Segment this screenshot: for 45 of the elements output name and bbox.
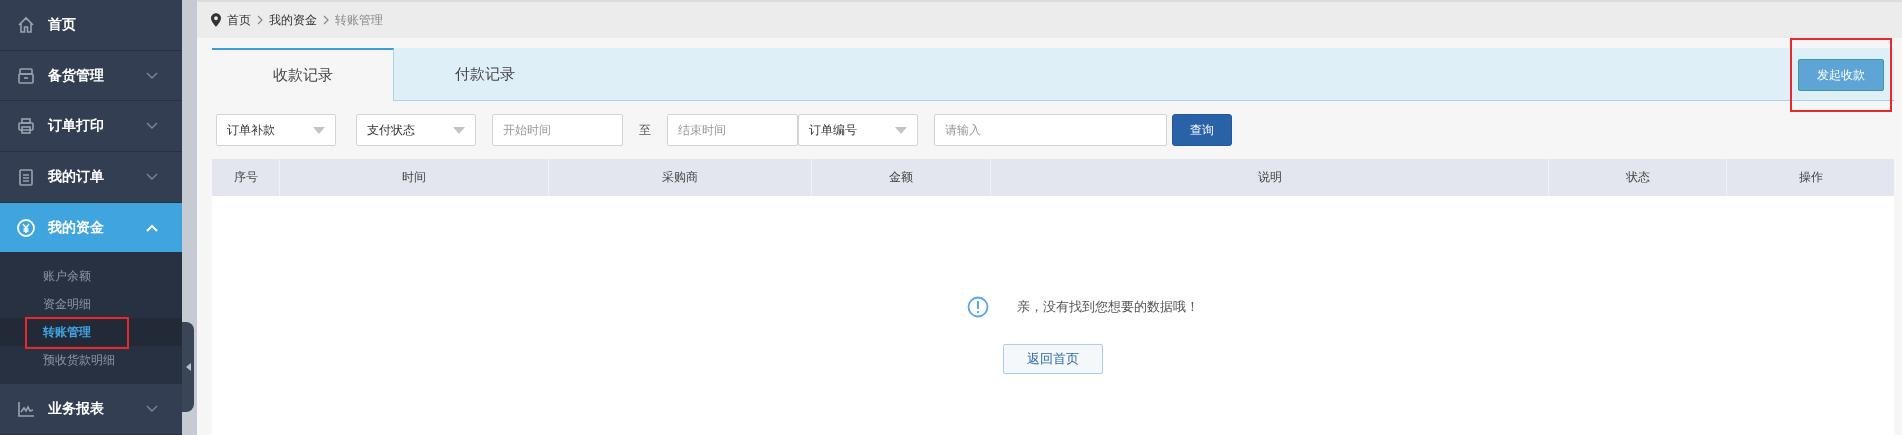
yen-icon bbox=[16, 217, 36, 238]
submenu-item[interactable]: 资金明细 bbox=[0, 290, 182, 319]
tray-icon bbox=[16, 65, 36, 86]
date-field[interactable]: 结束时间 bbox=[667, 114, 798, 146]
submenu-item[interactable]: 预收货款明细 bbox=[0, 346, 182, 375]
dropdown[interactable]: 订单补款 bbox=[216, 114, 336, 146]
printer-icon bbox=[16, 116, 36, 137]
dropdown[interactable]: 订单编号 bbox=[798, 114, 918, 146]
search-field[interactable]: 请输入 bbox=[934, 114, 1167, 146]
chevron-down-icon bbox=[146, 405, 158, 414]
caret-icon bbox=[185, 363, 191, 371]
range-separator: 至 bbox=[639, 121, 651, 139]
query-button[interactable]: 查询 bbox=[1172, 114, 1232, 146]
caret-icon bbox=[453, 126, 465, 134]
column-header: 操作 bbox=[1797, 169, 1824, 186]
location-pin-icon bbox=[211, 13, 221, 27]
chart-icon bbox=[16, 399, 36, 420]
submenu-item[interactable]: 账户余额 bbox=[0, 262, 182, 291]
breadcrumb-link[interactable]: 首页 bbox=[227, 11, 251, 29]
chevron-down-icon bbox=[146, 122, 158, 131]
date-field[interactable]: 开始时间 bbox=[492, 114, 623, 146]
tab[interactable]: 收款记录 bbox=[212, 48, 394, 101]
dropdown[interactable]: 支付状态 bbox=[356, 114, 476, 146]
chevron-right-icon bbox=[323, 15, 329, 25]
clipboard-icon bbox=[16, 166, 36, 187]
column-header: 时间 bbox=[280, 159, 549, 196]
tab[interactable]: 付款记录 bbox=[394, 48, 575, 100]
info-icon bbox=[967, 296, 989, 318]
column-header: 说明 bbox=[991, 159, 1549, 196]
back-home-button[interactable]: 返回首页 bbox=[1003, 344, 1103, 374]
empty-message: 亲，没有找到您想要的数据哦！ bbox=[1017, 298, 1199, 316]
chevron-right-icon bbox=[257, 15, 263, 25]
breadcrumb-link[interactable]: 我的资金 bbox=[269, 11, 317, 29]
submenu-item[interactable]: 转账管理 bbox=[0, 318, 182, 347]
column-header: 状态 bbox=[1549, 159, 1727, 196]
column-header: 采购商 bbox=[549, 159, 812, 196]
column-header: 金额 bbox=[812, 159, 991, 196]
caret-icon bbox=[313, 126, 325, 134]
chevron-down-icon bbox=[146, 71, 158, 80]
column-header: 序号 bbox=[212, 159, 280, 196]
chevron-down-icon bbox=[146, 172, 158, 181]
home-icon bbox=[16, 14, 36, 35]
collapse-handle[interactable] bbox=[182, 322, 194, 412]
chevron-up-icon bbox=[146, 223, 158, 232]
caret-icon bbox=[895, 126, 907, 134]
